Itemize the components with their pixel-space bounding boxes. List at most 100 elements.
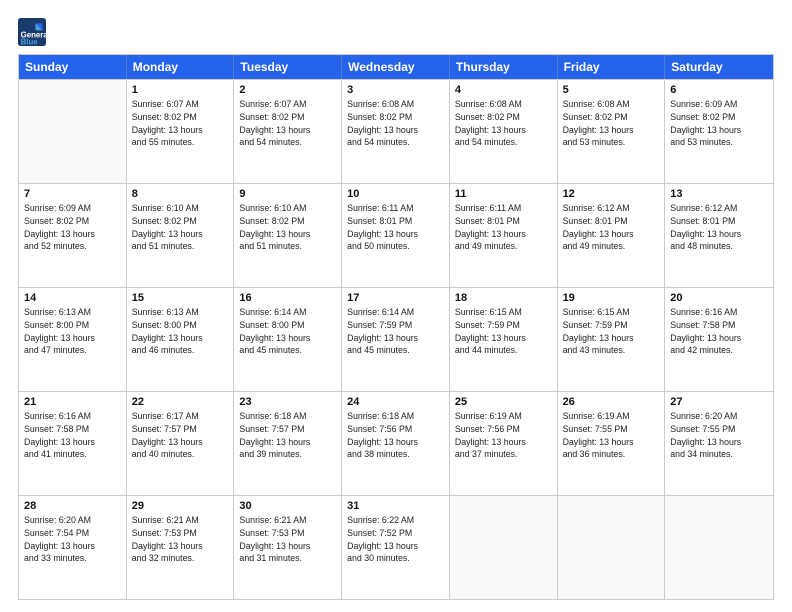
logo-icon: General Blue — [18, 18, 46, 46]
day-info: Sunrise: 6:20 AM Sunset: 7:54 PM Dayligh… — [24, 514, 121, 565]
day-number: 26 — [563, 396, 660, 408]
day-info: Sunrise: 6:12 AM Sunset: 8:01 PM Dayligh… — [563, 202, 660, 253]
day-number: 12 — [563, 188, 660, 200]
calendar-cell: 18 Sunrise: 6:15 AM Sunset: 7:59 PM Dayli… — [450, 288, 558, 391]
calendar-cell: 24 Sunrise: 6:18 AM Sunset: 7:56 PM Dayli… — [342, 392, 450, 495]
calendar-cell — [558, 496, 666, 599]
calendar-cell: 15Sunrise: 6:13 AM Sunset: 8:00 PM Dayli… — [127, 288, 235, 391]
day-info: Sunrise: 6:14 AM Sunset: 8:00 PM Dayligh… — [239, 306, 336, 357]
day-number: 18 — [455, 292, 552, 304]
calendar-cell: 10Sunrise: 6:11 AM Sunset: 8:01 PM Dayli… — [342, 184, 450, 287]
day-info: Sunrise: 6:18 AM Sunset: 7:56 PM Dayligh… — [347, 410, 444, 461]
calendar-row: 7 Sunrise: 6:09 AM Sunset: 8:02 PM Daylig… — [19, 183, 773, 287]
day-number: 5 — [563, 84, 660, 96]
day-info: Sunrise: 6:13 AM Sunset: 8:00 PM Dayligh… — [24, 306, 121, 357]
weekday-header: Friday — [558, 55, 666, 79]
day-info: Sunrise: 6:16 AM Sunset: 7:58 PM Dayligh… — [24, 410, 121, 461]
day-number: 31 — [347, 500, 444, 512]
day-number: 24 — [347, 396, 444, 408]
calendar-cell: 7 Sunrise: 6:09 AM Sunset: 8:02 PM Daylig… — [19, 184, 127, 287]
page: General Blue SundayMondayTuesdayWednesda… — [0, 0, 792, 612]
day-info: Sunrise: 6:21 AM Sunset: 7:53 PM Dayligh… — [132, 514, 229, 565]
calendar-cell: 6 Sunrise: 6:09 AM Sunset: 8:02 PM Daylig… — [665, 80, 773, 183]
day-number: 8 — [132, 188, 229, 200]
day-info: Sunrise: 6:08 AM Sunset: 8:02 PM Dayligh… — [563, 98, 660, 149]
day-number: 15 — [132, 292, 229, 304]
calendar-cell: 23 Sunrise: 6:18 AM Sunset: 7:57 PM Dayli… — [234, 392, 342, 495]
day-number: 28 — [24, 500, 121, 512]
calendar-cell: 3 Sunrise: 6:08 AM Sunset: 8:02 PM Daylig… — [342, 80, 450, 183]
calendar-cell: 16 Sunrise: 6:14 AM Sunset: 8:00 PM Dayli… — [234, 288, 342, 391]
calendar-cell: 25 Sunrise: 6:19 AM Sunset: 7:56 PM Dayli… — [450, 392, 558, 495]
day-number: 29 — [132, 500, 229, 512]
day-info: Sunrise: 6:22 AM Sunset: 7:52 PM Dayligh… — [347, 514, 444, 565]
day-number: 2 — [239, 84, 336, 96]
day-number: 25 — [455, 396, 552, 408]
calendar-cell: 2 Sunrise: 6:07 AM Sunset: 8:02 PM Daylig… — [234, 80, 342, 183]
weekday-header: Tuesday — [234, 55, 342, 79]
weekday-header: Sunday — [19, 55, 127, 79]
calendar-cell: 12 Sunrise: 6:12 AM Sunset: 8:01 PM Dayli… — [558, 184, 666, 287]
calendar-cell: 28 Sunrise: 6:20 AM Sunset: 7:54 PM Dayli… — [19, 496, 127, 599]
calendar-cell: 22Sunrise: 6:17 AM Sunset: 7:57 PM Dayli… — [127, 392, 235, 495]
calendar-cell: 5 Sunrise: 6:08 AM Sunset: 8:02 PM Daylig… — [558, 80, 666, 183]
calendar-cell: 26Sunrise: 6:19 AM Sunset: 7:55 PM Dayli… — [558, 392, 666, 495]
day-number: 9 — [239, 188, 336, 200]
calendar-row: 28 Sunrise: 6:20 AM Sunset: 7:54 PM Dayli… — [19, 495, 773, 599]
day-info: Sunrise: 6:10 AM Sunset: 8:02 PM Dayligh… — [239, 202, 336, 253]
calendar-cell: 17 Sunrise: 6:14 AM Sunset: 7:59 PM Dayli… — [342, 288, 450, 391]
calendar-cell: 20Sunrise: 6:16 AM Sunset: 7:58 PM Dayli… — [665, 288, 773, 391]
svg-text:Blue: Blue — [21, 37, 39, 46]
day-info: Sunrise: 6:07 AM Sunset: 8:02 PM Dayligh… — [132, 98, 229, 149]
day-info: Sunrise: 6:15 AM Sunset: 7:59 PM Dayligh… — [455, 306, 552, 357]
day-info: Sunrise: 6:08 AM Sunset: 8:02 PM Dayligh… — [347, 98, 444, 149]
day-info: Sunrise: 6:07 AM Sunset: 8:02 PM Dayligh… — [239, 98, 336, 149]
day-number: 30 — [239, 500, 336, 512]
day-number: 3 — [347, 84, 444, 96]
day-number: 6 — [670, 84, 768, 96]
calendar-cell: 14 Sunrise: 6:13 AM Sunset: 8:00 PM Dayli… — [19, 288, 127, 391]
day-info: Sunrise: 6:08 AM Sunset: 8:02 PM Dayligh… — [455, 98, 552, 149]
day-info: Sunrise: 6:18 AM Sunset: 7:57 PM Dayligh… — [239, 410, 336, 461]
day-info: Sunrise: 6:16 AM Sunset: 7:58 PM Dayligh… — [670, 306, 768, 357]
calendar-row: 1 Sunrise: 6:07 AM Sunset: 8:02 PM Daylig… — [19, 79, 773, 183]
weekday-header: Monday — [127, 55, 235, 79]
calendar: SundayMondayTuesdayWednesdayThursdayFrid… — [18, 54, 774, 600]
calendar-header: SundayMondayTuesdayWednesdayThursdayFrid… — [19, 55, 773, 79]
day-number: 1 — [132, 84, 229, 96]
day-info: Sunrise: 6:09 AM Sunset: 8:02 PM Dayligh… — [670, 98, 768, 149]
header: General Blue — [18, 18, 774, 46]
calendar-cell: 30Sunrise: 6:21 AM Sunset: 7:53 PM Dayli… — [234, 496, 342, 599]
day-number: 22 — [132, 396, 229, 408]
day-info: Sunrise: 6:19 AM Sunset: 7:56 PM Dayligh… — [455, 410, 552, 461]
day-number: 4 — [455, 84, 552, 96]
day-number: 11 — [455, 188, 552, 200]
calendar-cell: 19Sunrise: 6:15 AM Sunset: 7:59 PM Dayli… — [558, 288, 666, 391]
calendar-cell: 8 Sunrise: 6:10 AM Sunset: 8:02 PM Daylig… — [127, 184, 235, 287]
calendar-cell: 21 Sunrise: 6:16 AM Sunset: 7:58 PM Dayli… — [19, 392, 127, 495]
calendar-body: 1 Sunrise: 6:07 AM Sunset: 8:02 PM Daylig… — [19, 79, 773, 599]
calendar-cell: 9 Sunrise: 6:10 AM Sunset: 8:02 PM Daylig… — [234, 184, 342, 287]
calendar-cell — [19, 80, 127, 183]
calendar-cell — [665, 496, 773, 599]
calendar-cell: 4 Sunrise: 6:08 AM Sunset: 8:02 PM Daylig… — [450, 80, 558, 183]
day-number: 21 — [24, 396, 121, 408]
weekday-header: Saturday — [665, 55, 773, 79]
day-number: 7 — [24, 188, 121, 200]
logo: General Blue — [18, 18, 46, 46]
calendar-cell: 1 Sunrise: 6:07 AM Sunset: 8:02 PM Daylig… — [127, 80, 235, 183]
day-info: Sunrise: 6:14 AM Sunset: 7:59 PM Dayligh… — [347, 306, 444, 357]
calendar-cell: 27Sunrise: 6:20 AM Sunset: 7:55 PM Dayli… — [665, 392, 773, 495]
day-number: 19 — [563, 292, 660, 304]
day-number: 16 — [239, 292, 336, 304]
day-info: Sunrise: 6:09 AM Sunset: 8:02 PM Dayligh… — [24, 202, 121, 253]
calendar-cell: 31 Sunrise: 6:22 AM Sunset: 7:52 PM Dayli… — [342, 496, 450, 599]
day-number: 17 — [347, 292, 444, 304]
day-info: Sunrise: 6:10 AM Sunset: 8:02 PM Dayligh… — [132, 202, 229, 253]
day-number: 27 — [670, 396, 768, 408]
day-number: 14 — [24, 292, 121, 304]
weekday-header: Thursday — [450, 55, 558, 79]
day-number: 23 — [239, 396, 336, 408]
calendar-row: 14 Sunrise: 6:13 AM Sunset: 8:00 PM Dayli… — [19, 287, 773, 391]
day-info: Sunrise: 6:11 AM Sunset: 8:01 PM Dayligh… — [455, 202, 552, 253]
